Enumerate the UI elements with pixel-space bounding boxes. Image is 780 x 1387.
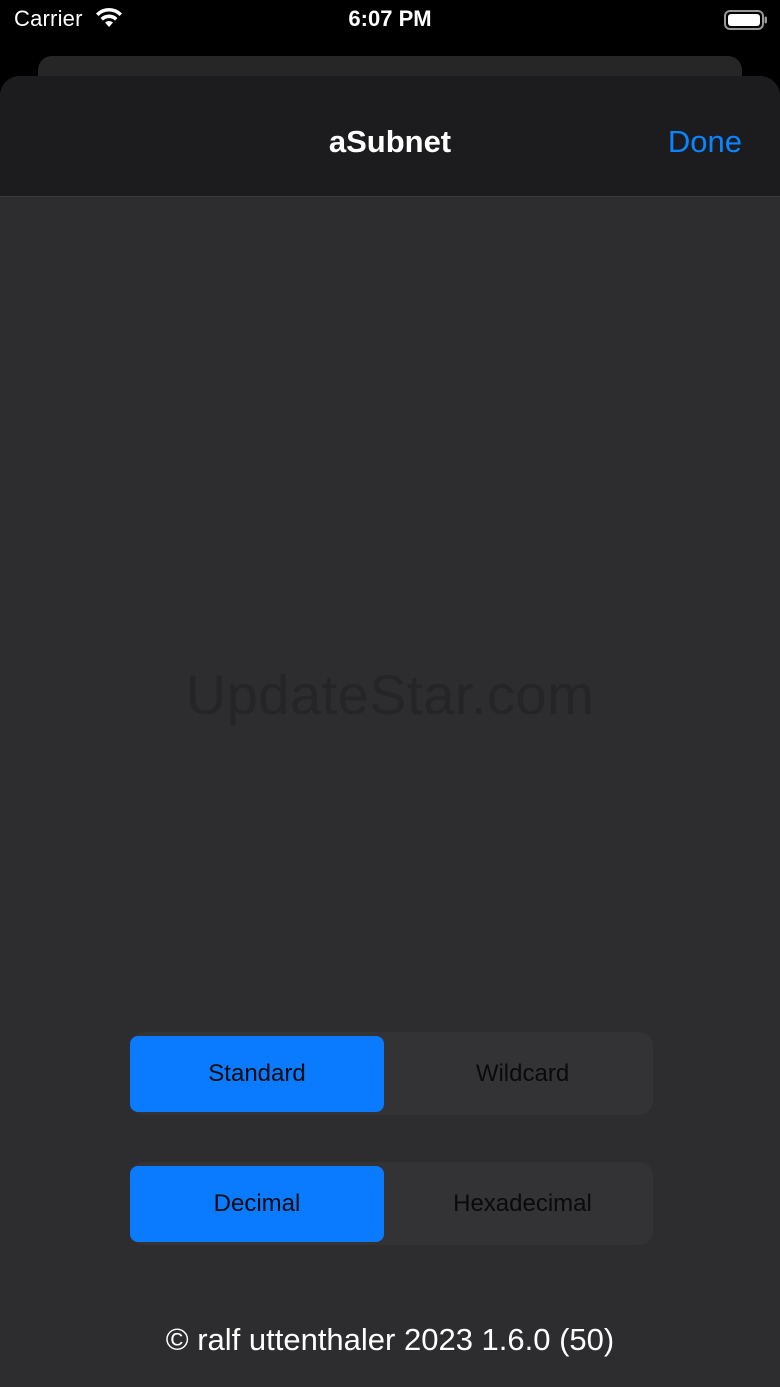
- copyright-version-text: © ralf uttenthaler 2023 1.6.0 (50): [165, 1322, 615, 1357]
- segment-wildcard[interactable]: Wildcard: [392, 1036, 653, 1112]
- segment-hexadecimal[interactable]: Hexadecimal: [392, 1166, 653, 1242]
- notation-segmented-control: Standard Wildcard: [130, 1032, 653, 1115]
- watermark: UpdateStar.com: [185, 663, 595, 726]
- segment-decimal[interactable]: Decimal: [130, 1166, 384, 1242]
- settings-content: UpdateStar.com Standard Wildcard Decimal…: [0, 197, 780, 1387]
- format-segmented-control: Decimal Hexadecimal: [130, 1162, 653, 1245]
- status-bar: Carrier 6:07 PM: [0, 0, 780, 56]
- app-screen: Carrier 6:07 PM aSubnet Done UpdateStar.…: [0, 0, 780, 1387]
- status-time: 6:07 PM: [348, 6, 432, 31]
- done-button[interactable]: Done: [668, 124, 742, 160]
- page-title: aSubnet: [328, 124, 452, 159]
- navigation-bar: aSubnet Done: [0, 76, 780, 197]
- segment-standard[interactable]: Standard: [130, 1036, 384, 1112]
- modal-sheet: aSubnet Done UpdateStar.com Standard Wil…: [0, 76, 780, 1387]
- battery-icon: [724, 10, 767, 30]
